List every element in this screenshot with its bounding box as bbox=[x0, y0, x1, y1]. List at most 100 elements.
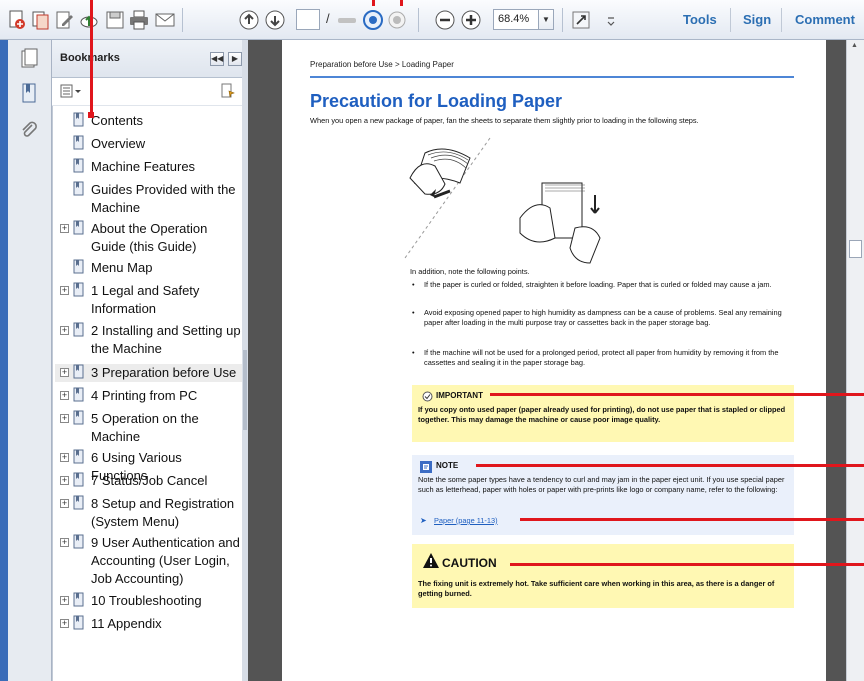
expand-toggle-icon[interactable]: + bbox=[60, 368, 69, 377]
bookmark-label: 8 Setup and Registration (System Menu) bbox=[91, 496, 235, 529]
bookmark-item[interactable]: Contents bbox=[55, 112, 243, 130]
previous-page-icon[interactable] bbox=[238, 9, 260, 31]
bookmark-icon bbox=[73, 410, 84, 425]
zoom-level-field[interactable]: 68.4% bbox=[493, 9, 539, 30]
expand-toggle-icon[interactable]: + bbox=[60, 538, 69, 547]
expand-toggle-icon[interactable]: + bbox=[60, 414, 69, 423]
expand-toggle-icon[interactable]: + bbox=[60, 453, 69, 462]
bookmark-item[interactable]: +8 Setup and Registration (System Menu) bbox=[55, 495, 243, 531]
bookmark-icon bbox=[73, 220, 84, 235]
expand-toggle-icon[interactable]: + bbox=[60, 286, 69, 295]
bookmark-label: Guides Provided with the Machine bbox=[91, 182, 236, 215]
next-view-icon[interactable] bbox=[386, 9, 408, 31]
scroll-thumb[interactable] bbox=[849, 240, 862, 258]
upload-cloud-icon[interactable] bbox=[78, 9, 100, 31]
bookmark-item[interactable]: +1 Legal and Safety Information bbox=[55, 282, 243, 318]
document-page: Preparation before Use > Loading Paper P… bbox=[282, 40, 826, 681]
bookmark-label: Contents bbox=[91, 113, 144, 128]
callout-marker bbox=[400, 0, 403, 6]
bookmark-icon bbox=[73, 472, 84, 487]
bookmark-label: Machine Features bbox=[91, 159, 196, 174]
bookmark-label: 4 Printing from PC bbox=[91, 388, 198, 403]
check-circle-icon bbox=[422, 391, 433, 402]
important-heading: IMPORTANT bbox=[436, 391, 483, 400]
callout-marker bbox=[372, 0, 375, 6]
bookmark-icon bbox=[73, 592, 84, 607]
combine-files-icon[interactable] bbox=[30, 9, 52, 31]
bookmark-label: 5 Operation on the Machine bbox=[91, 411, 199, 444]
intro-text: When you open a new package of paper, fa… bbox=[310, 116, 699, 125]
email-icon[interactable] bbox=[154, 9, 176, 31]
important-text: If you copy onto used paper (paper alrea… bbox=[418, 405, 786, 424]
save-icon[interactable] bbox=[104, 9, 126, 31]
bookmark-item[interactable]: Machine Features bbox=[55, 158, 243, 176]
expand-toggle-icon[interactable]: + bbox=[60, 391, 69, 400]
expand-toggle-icon[interactable]: + bbox=[60, 499, 69, 508]
bookmark-item[interactable]: +9 User Authentication and Accounting (U… bbox=[55, 534, 243, 588]
previous-view-icon[interactable] bbox=[362, 9, 384, 31]
breadcrumb: Preparation before Use > Loading Paper bbox=[310, 60, 454, 69]
bookmark-icon bbox=[73, 322, 84, 337]
bookmark-item[interactable]: +2 Installing and Setting up the Machine bbox=[55, 322, 243, 358]
bookmark-item[interactable]: +11 Appendix bbox=[55, 615, 243, 633]
callout-marker bbox=[510, 563, 864, 566]
new-bookmark-icon[interactable] bbox=[220, 82, 236, 100]
document-scrollbar[interactable]: ▲ bbox=[846, 40, 864, 681]
panel-menu-button[interactable]: ▶ bbox=[228, 52, 242, 66]
collapse-panel-button[interactable]: ◀◀ bbox=[210, 52, 224, 66]
options-menu-icon[interactable] bbox=[60, 84, 82, 99]
print-icon[interactable] bbox=[128, 9, 150, 31]
attachments-icon[interactable] bbox=[18, 120, 40, 142]
bookmark-icon bbox=[73, 282, 84, 297]
page-title: Precaution for Loading Paper bbox=[310, 91, 563, 111]
bookmark-item[interactable]: Overview bbox=[55, 135, 243, 153]
bookmark-item[interactable]: +6 Using Various Functions bbox=[55, 449, 243, 483]
page-thumbnails-icon[interactable] bbox=[18, 48, 40, 70]
additional-note: In addition, note the following points. bbox=[410, 267, 530, 276]
full-screen-icon[interactable] bbox=[570, 9, 592, 31]
bookmark-item[interactable]: +5 Operation on the Machine bbox=[55, 410, 243, 446]
bookmark-item[interactable]: Menu Map bbox=[55, 259, 243, 277]
bookmark-label: Overview bbox=[91, 136, 146, 151]
comment-pane-button[interactable]: Comment bbox=[795, 12, 855, 27]
note-heading: NOTE bbox=[436, 461, 459, 470]
expand-toggle-icon[interactable]: + bbox=[60, 476, 69, 485]
expand-toggle-icon[interactable]: + bbox=[60, 326, 69, 335]
expand-toggle-icon[interactable]: + bbox=[60, 619, 69, 628]
note-text: Note the some paper types have a tendenc… bbox=[418, 475, 785, 494]
caution-text: The fixing unit is extremely hot. Take s… bbox=[418, 579, 775, 598]
arrow-right-icon: ➤ bbox=[420, 516, 427, 525]
bookmark-item[interactable]: Guides Provided with the Machine bbox=[55, 181, 243, 217]
bookmark-item[interactable]: + About the Operation Guide (this Guide) bbox=[55, 220, 243, 256]
bookmark-item[interactable]: +7 Status/Job Cancel bbox=[55, 472, 243, 490]
navigation-strip bbox=[0, 40, 52, 681]
bookmarks-tree: Contents Overview Machine Features Guides P… bbox=[52, 106, 243, 681]
page-number-input[interactable] bbox=[296, 9, 320, 30]
tools-pane-button[interactable]: Tools bbox=[683, 12, 717, 27]
bookmark-label: 3 Preparation before Use bbox=[91, 365, 237, 380]
bookmark-item[interactable]: +3 Preparation before Use bbox=[55, 364, 243, 382]
zoom-dropdown-button[interactable]: ▼ bbox=[538, 9, 554, 30]
create-pdf-icon[interactable] bbox=[6, 9, 28, 31]
bookmark-item[interactable]: +4 Printing from PC bbox=[55, 387, 243, 405]
callout-marker bbox=[476, 464, 864, 467]
next-page-icon[interactable] bbox=[264, 9, 286, 31]
callout-marker bbox=[88, 112, 94, 118]
page-separator: / bbox=[326, 11, 330, 26]
sign-pane-button[interactable]: Sign bbox=[743, 12, 771, 27]
bookmarks-panel-icon[interactable] bbox=[18, 82, 40, 104]
bookmark-icon bbox=[73, 534, 84, 549]
expand-toggle-icon[interactable]: + bbox=[60, 224, 69, 233]
paper-page-link[interactable]: Paper (page 11-13) bbox=[434, 516, 498, 525]
edit-document-icon[interactable] bbox=[54, 9, 76, 31]
bookmark-label: 1 Legal and Safety Information bbox=[91, 283, 200, 316]
bookmarks-panel: Bookmarks ◀◀ ▶ Contents Overview Machine F… bbox=[52, 40, 248, 681]
bookmark-item[interactable]: +10 Troubleshooting bbox=[55, 592, 243, 610]
zoom-in-icon[interactable] bbox=[460, 9, 482, 31]
note-box: NOTE Note the some paper types have a te… bbox=[412, 455, 794, 535]
toolbar-overflow-icon[interactable] bbox=[600, 9, 615, 31]
expand-toggle-icon[interactable]: + bbox=[60, 596, 69, 605]
zoom-out-icon[interactable] bbox=[434, 9, 456, 31]
page-total bbox=[338, 18, 356, 23]
bookmark-label: 11 Appendix bbox=[91, 616, 162, 631]
